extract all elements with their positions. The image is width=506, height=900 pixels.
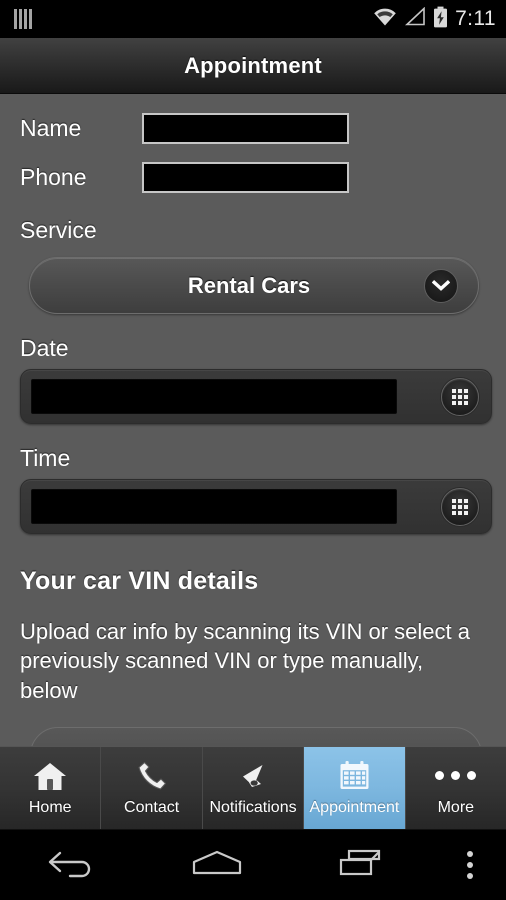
- status-bar-clock: 7:11: [455, 7, 496, 30]
- title-bar: Appointment: [0, 38, 506, 94]
- nav-overflow-button[interactable]: [434, 851, 506, 879]
- bottom-tab-bar: Home Contact Notifications Appointment M…: [0, 746, 506, 830]
- status-bar-left: [14, 9, 32, 29]
- tab-label-notifications: Notifications: [209, 799, 297, 816]
- date-label: Date: [20, 335, 69, 361]
- sim-bars-icon: [14, 9, 32, 29]
- grid-picker-icon: [452, 498, 468, 515]
- home-pentagon-icon: [189, 848, 245, 883]
- battery-charging-icon: [433, 6, 448, 33]
- status-bar-right: 7:11: [373, 6, 496, 33]
- tab-label-home: Home: [28, 799, 72, 816]
- chevron-down-icon[interactable]: [424, 268, 458, 303]
- date-input[interactable]: [31, 379, 397, 414]
- android-nav-bar: [0, 830, 506, 900]
- overflow-menu-icon: [467, 851, 474, 879]
- name-label: Name: [20, 115, 82, 141]
- date-picker-button[interactable]: [441, 377, 479, 416]
- appointment-form: Name Phone Service Rental Cars Date Time…: [0, 94, 506, 746]
- status-bar: 7:11: [0, 0, 506, 38]
- nav-home-button[interactable]: [145, 848, 290, 883]
- page-title: Appointment: [184, 52, 322, 78]
- nav-recents-button[interactable]: [289, 847, 434, 884]
- vin-section-description: Upload car info by scanning its VIN or s…: [20, 619, 471, 703]
- phone-input[interactable]: [142, 162, 349, 193]
- tab-label-contact: Contact: [124, 799, 180, 816]
- tab-appointment[interactable]: Appointment: [304, 747, 406, 829]
- tab-home[interactable]: Home: [0, 747, 102, 829]
- phone-screen: 7:11 Appointment Name Phone Service Rent…: [0, 0, 506, 900]
- date-field-row: [20, 369, 492, 424]
- recent-apps-icon: [335, 847, 389, 884]
- ellipsis-icon: [435, 759, 477, 792]
- service-dropdown[interactable]: Rental Cars: [29, 257, 479, 314]
- back-arrow-icon: [46, 847, 98, 884]
- phone-icon: [136, 759, 168, 792]
- service-selected-value: Rental Cars: [187, 272, 311, 298]
- grid-picker-icon: [452, 388, 468, 405]
- calendar-icon: [338, 759, 371, 792]
- wifi-icon: [373, 7, 397, 31]
- tab-label-appointment: Appointment: [309, 799, 400, 816]
- name-input[interactable]: [142, 113, 349, 144]
- tab-notifications[interactable]: Notifications: [202, 747, 305, 829]
- megaphone-icon: [236, 759, 270, 792]
- name-field-row: Name: [20, 113, 486, 144]
- time-picker-button[interactable]: [441, 487, 479, 526]
- tab-label-more: More: [437, 799, 475, 816]
- phone-label: Phone: [20, 164, 87, 190]
- time-field-row: [20, 479, 492, 534]
- vin-section-heading: Your car VIN details: [20, 567, 259, 595]
- time-input[interactable]: [31, 489, 397, 524]
- tab-more[interactable]: More: [405, 747, 506, 829]
- home-icon: [33, 759, 67, 792]
- service-label: Service: [20, 217, 97, 243]
- time-label: Time: [20, 445, 71, 471]
- tab-contact[interactable]: Contact: [101, 747, 203, 829]
- signal-triangle-icon: [404, 6, 426, 31]
- nav-back-button[interactable]: [0, 847, 145, 884]
- vin-scan-button[interactable]: [30, 726, 482, 746]
- phone-field-row: Phone: [20, 162, 486, 193]
